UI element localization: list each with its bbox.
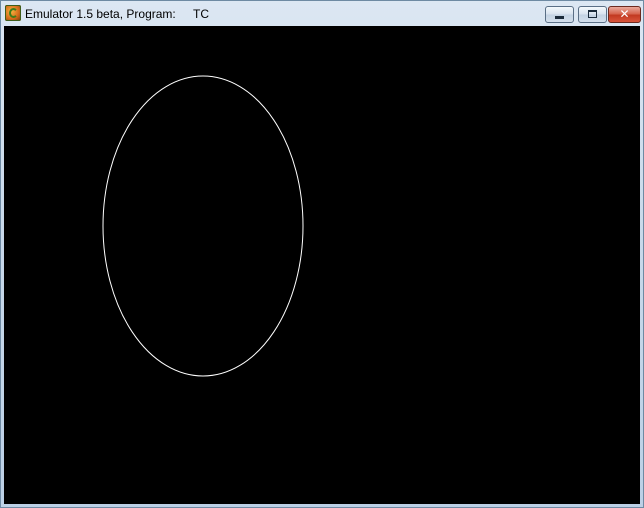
minimize-button[interactable] [545,6,574,23]
display-canvas [102,75,304,377]
program-name: TC [193,7,209,21]
emulator-display[interactable] [4,26,640,504]
drawn-ellipse [102,75,304,377]
emulator-app-icon[interactable] [5,5,21,21]
minimize-icon [555,16,564,19]
close-icon: ✕ [619,7,630,21]
window-title: Emulator 1.5 beta, Program: [25,7,176,21]
emulator-window: Emulator 1.5 beta, Program: TC ✕ [0,0,644,508]
close-button[interactable]: ✕ [608,6,641,23]
maximize-icon [588,10,597,18]
title-bar[interactable]: Emulator 1.5 beta, Program: TC ✕ [1,1,643,27]
maximize-button[interactable] [578,6,607,23]
